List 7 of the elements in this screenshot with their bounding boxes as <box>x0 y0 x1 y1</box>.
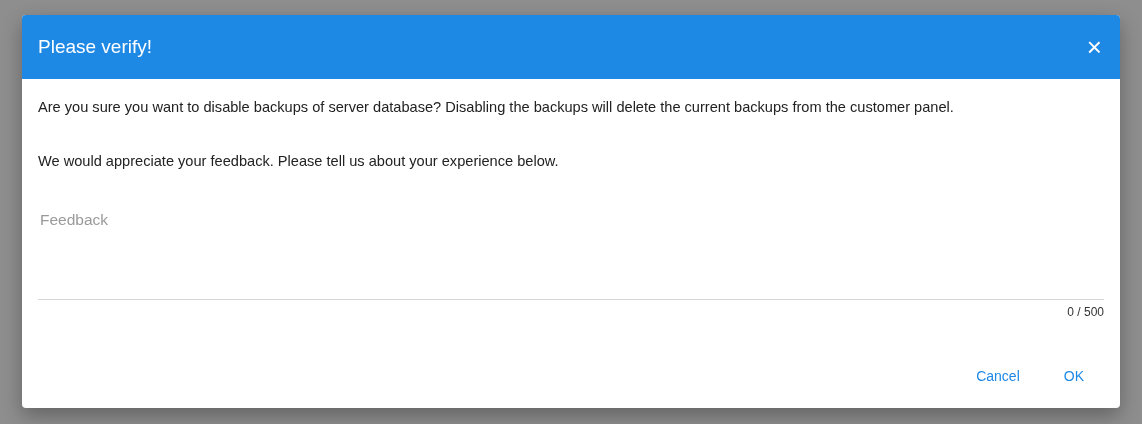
cancel-button[interactable]: Cancel <box>960 360 1036 392</box>
feedback-prompt: We would appreciate your feedback. Please tell us about your experience below. <box>38 152 560 171</box>
ok-button[interactable]: OK <box>1047 360 1100 392</box>
character-counter: 0 / 500 <box>1067 305 1104 319</box>
dialog-title: Please verify! <box>38 36 153 58</box>
close-button[interactable]: × <box>1084 34 1104 60</box>
dialog-message: Are you sure you want to disable backups of server database? Disabling the backups will delete the current backups from the customer panel. <box>38 98 955 117</box>
